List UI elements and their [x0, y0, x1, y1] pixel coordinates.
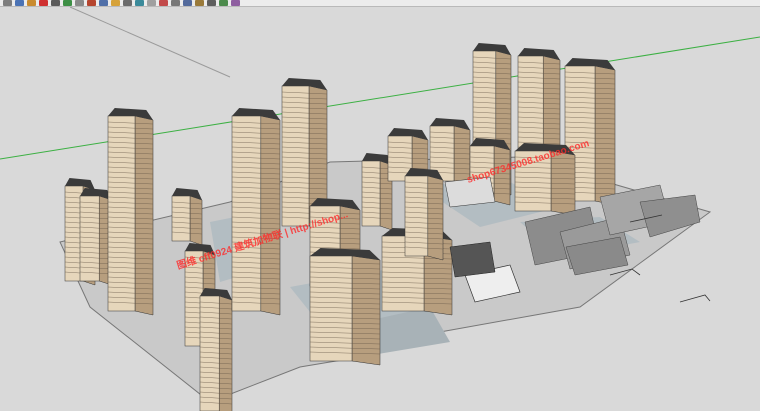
pan-icon[interactable] [111, 0, 120, 6]
perspective-guide [69, 7, 231, 78]
sketchup-window: 图维 cff0924 建筑加物联 | http://shop... shop67… [0, 0, 760, 411]
residential-tower [107, 108, 154, 316]
line-tool-icon[interactable] [51, 0, 60, 6]
zoom-extents-icon[interactable] [135, 0, 144, 6]
residential-tower [404, 168, 444, 261]
residential-tower [79, 188, 113, 286]
paint-icon[interactable] [195, 0, 204, 6]
axes-icon[interactable] [171, 0, 180, 6]
zoom-icon[interactable] [123, 0, 132, 6]
section-plane-icon[interactable] [183, 0, 192, 6]
select-tool-icon[interactable] [3, 0, 12, 6]
model-canvas[interactable]: 图维 cff0924 建筑加物联 | http://shop... shop67… [0, 7, 760, 411]
text-tool-icon[interactable] [159, 0, 168, 6]
tape-measure-icon[interactable] [147, 0, 156, 6]
residential-tower [361, 153, 393, 231]
residential-tower [171, 188, 203, 246]
look-around-icon[interactable] [219, 0, 228, 6]
rotate-tool-icon[interactable] [87, 0, 96, 6]
residential-tower [309, 248, 381, 366]
move-tool-icon[interactable] [75, 0, 84, 6]
3d-viewport[interactable]: 图维 cff0924 建筑加物联 | http://shop... shop67… [0, 7, 760, 411]
toolbar [0, 0, 760, 7]
residential-tower [199, 288, 233, 411]
eraser-icon[interactable] [15, 0, 24, 6]
orbit-icon[interactable] [99, 0, 108, 6]
position-camera-icon[interactable] [231, 0, 240, 6]
paint-bucket-icon[interactable] [27, 0, 36, 6]
walk-icon[interactable] [207, 0, 216, 6]
push-pull-icon[interactable] [63, 0, 72, 6]
rectangle-tool-icon[interactable] [39, 0, 48, 6]
site-mark [679, 294, 711, 303]
residential-tower [231, 108, 281, 316]
